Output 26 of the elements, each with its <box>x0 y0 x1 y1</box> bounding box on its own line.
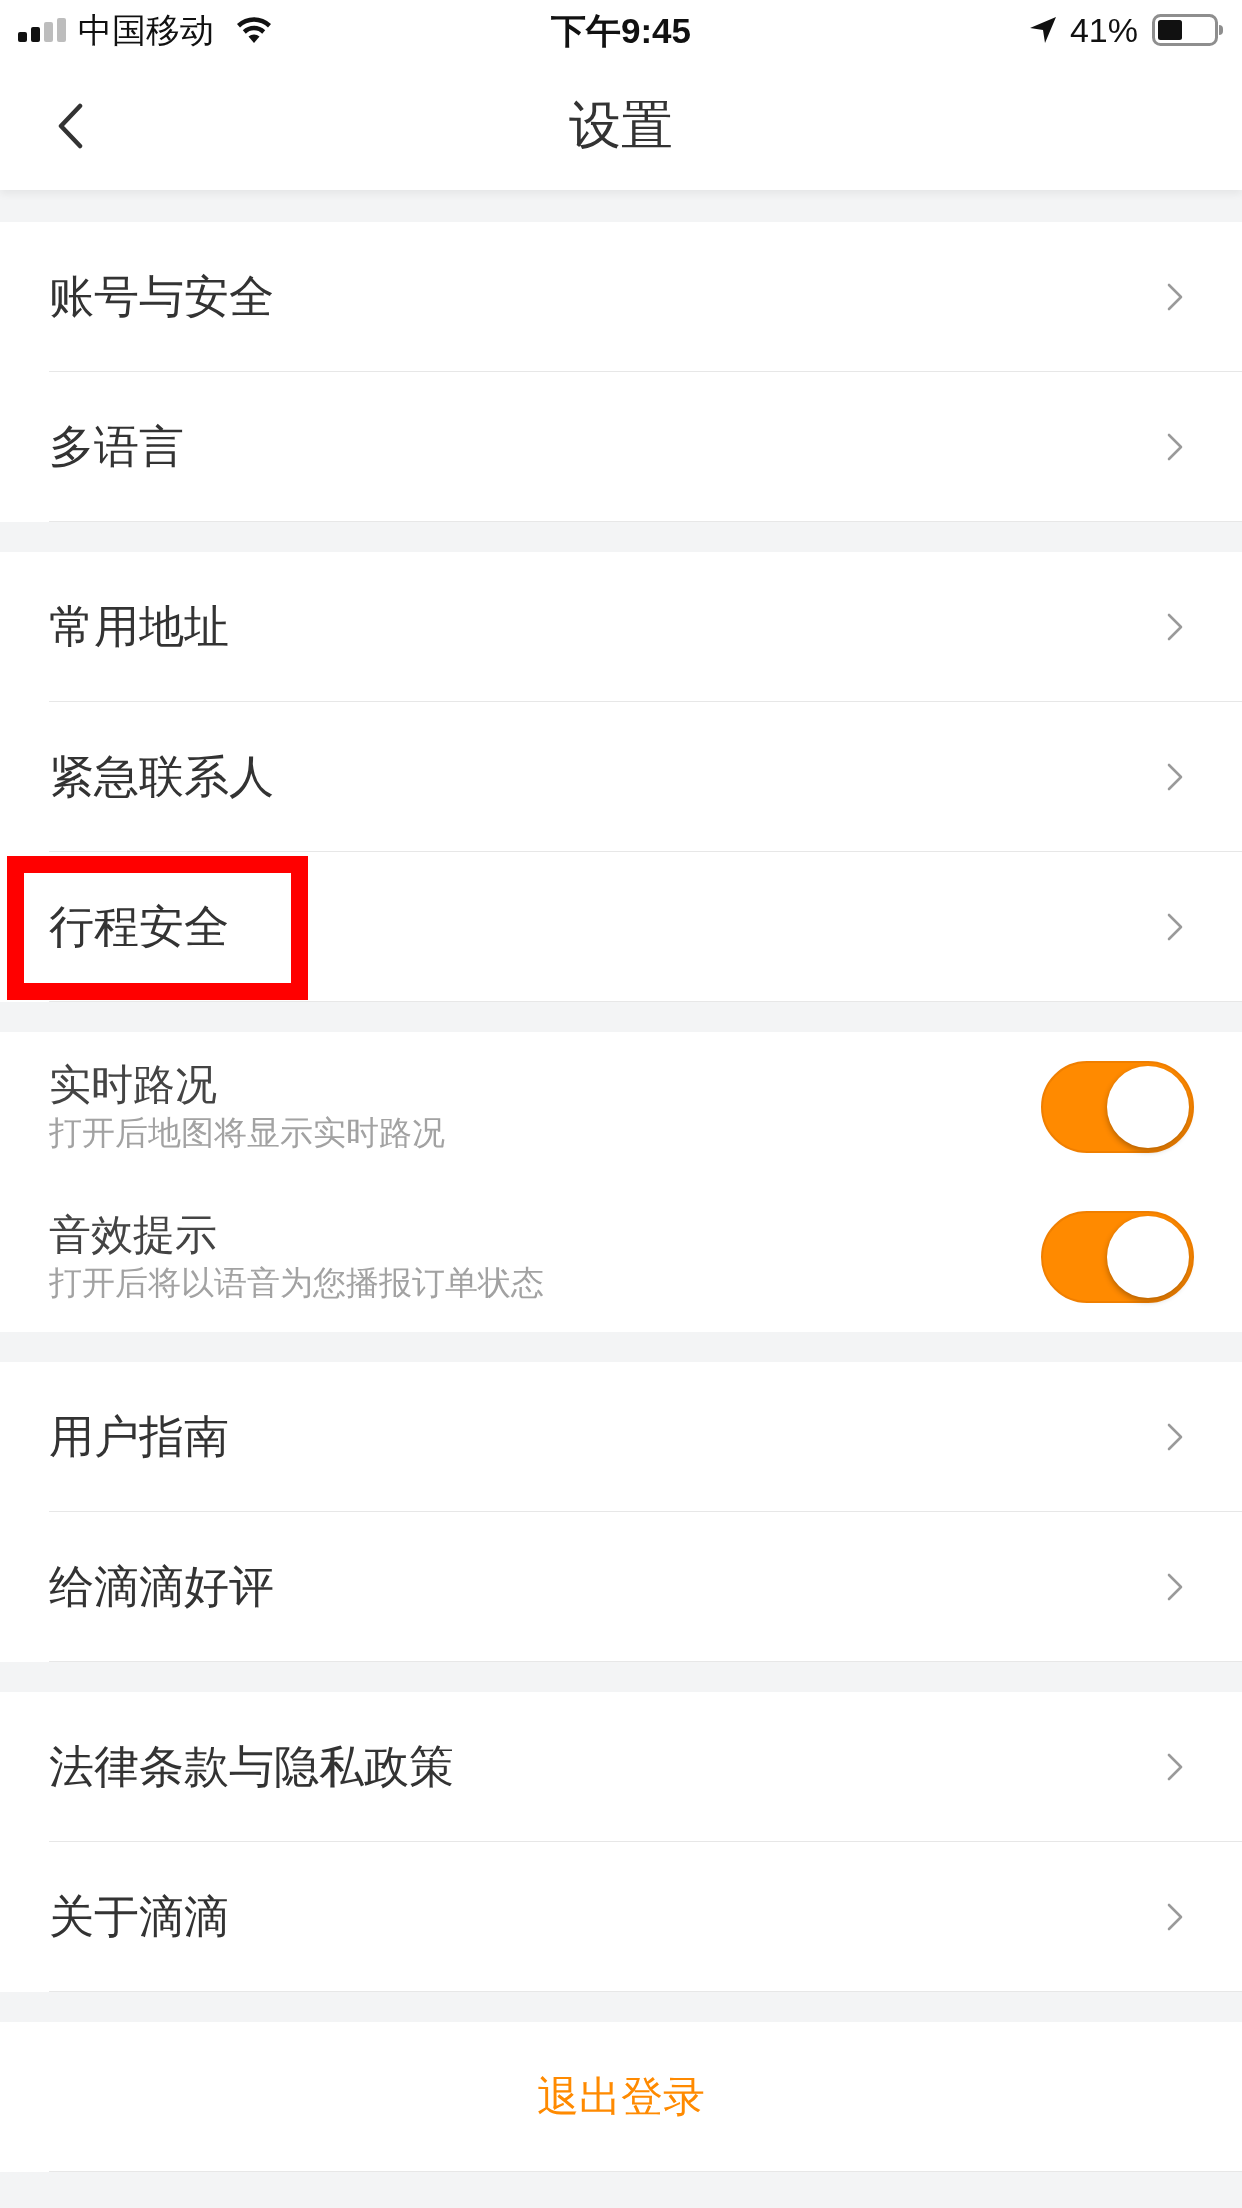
status-time: 下午9:45 <box>550 12 692 48</box>
chevron-right-icon <box>1167 432 1183 461</box>
setting-description: 打开后地图将显示实时路况 <box>49 1113 445 1153</box>
setting-description: 打开后将以语音为您播报订单状态 <box>49 1263 544 1303</box>
chevron-right-icon <box>1167 1752 1183 1781</box>
menu-item[interactable]: 关于滴滴 <box>49 1842 1242 1992</box>
chevron-right-icon <box>1167 612 1183 641</box>
menu-item[interactable]: 行程安全 <box>49 852 1242 1002</box>
menu-item[interactable]: 给滴滴好评 <box>49 1512 1242 1662</box>
battery-icon <box>1152 14 1224 46</box>
chevron-right-icon <box>1167 762 1183 791</box>
wifi-icon <box>236 17 272 43</box>
chevron-right-icon <box>1167 1572 1183 1601</box>
back-chevron-icon <box>57 103 83 149</box>
location-arrow-icon <box>1029 17 1056 43</box>
chevron-right-icon <box>1167 1902 1183 1931</box>
page-title: 设置 <box>569 99 673 151</box>
carrier-name: 中国移动 <box>78 13 214 47</box>
chevron-right-icon <box>1167 1422 1183 1451</box>
battery-percent: 41% <box>1069 13 1138 47</box>
setting-label: 音效提示 <box>49 1210 218 1260</box>
setting-label: 实时路况 <box>49 1060 218 1110</box>
chevron-right-icon <box>1167 912 1183 941</box>
chevron-right-icon <box>1167 282 1183 311</box>
signal-icon <box>18 18 68 42</box>
menu-item[interactable]: 多语言 <box>49 372 1242 522</box>
